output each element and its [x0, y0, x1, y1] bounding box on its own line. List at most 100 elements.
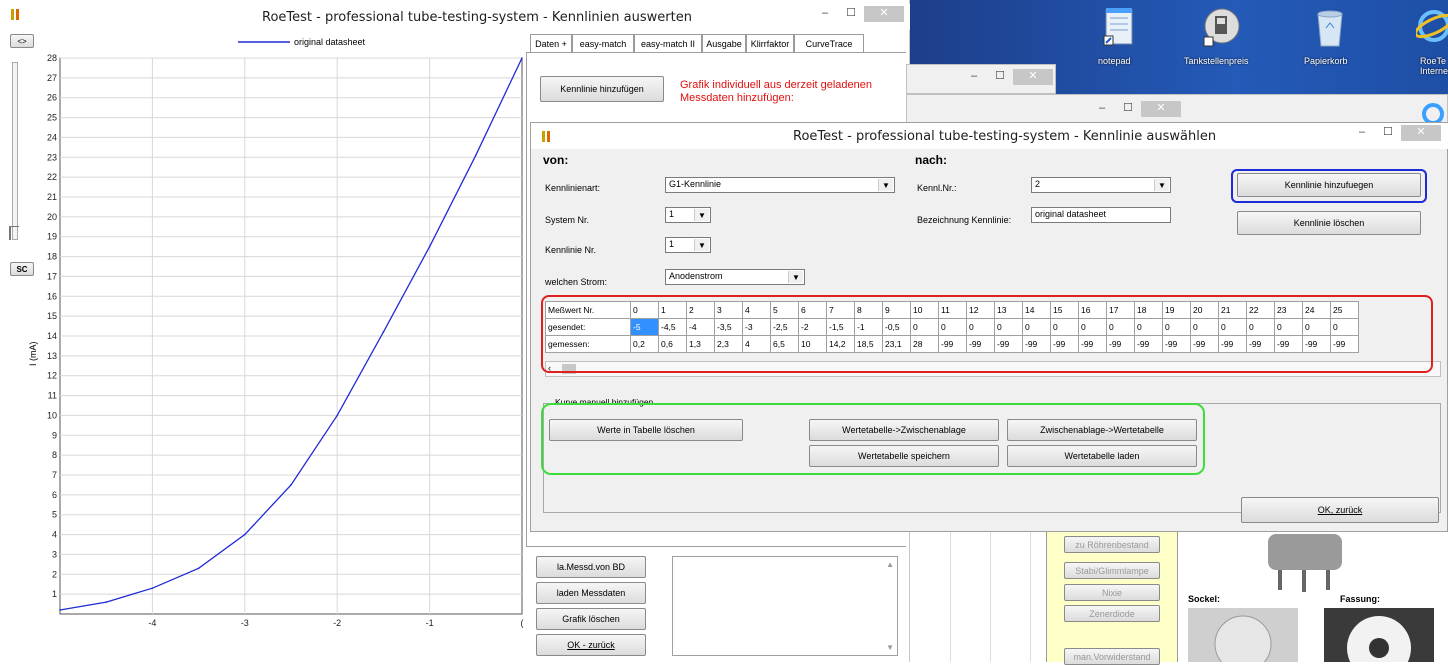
y-tick-label: 17 — [47, 271, 57, 281]
kennlinie-nr-label: Kennlinie Nr. — [545, 245, 597, 255]
ok-zurueck-button[interactable]: OK, zurück — [1241, 497, 1439, 523]
y-tick-label: 13 — [47, 351, 57, 361]
scroll-up-icon[interactable]: ▲ — [886, 560, 894, 569]
tab-easy-match[interactable]: easy-match — [572, 34, 634, 52]
kennlinienart-select[interactable]: G1-Kennlinie ▼ — [665, 177, 895, 193]
data-point — [151, 587, 154, 589]
tab-easy-match-2[interactable]: easy-match II — [634, 34, 702, 52]
wertetabelle-to-clipboard-button[interactable]: Wertetabelle->Zwischenablage — [809, 419, 999, 441]
maximize-icon[interactable]: ☐ — [838, 6, 864, 22]
curve-chart: 2827262524232221201918171615141312111098… — [28, 37, 524, 628]
von-heading: von: — [543, 153, 569, 167]
system-select[interactable]: 1 ▼ — [665, 207, 711, 223]
close-icon[interactable]: ✕ — [864, 6, 904, 22]
y-tick-label: 18 — [47, 252, 57, 262]
y-tick-label: 11 — [48, 391, 57, 401]
chevron-down-icon[interactable]: ▼ — [788, 271, 803, 283]
tab-panel-border — [526, 52, 906, 53]
chevron-down-icon[interactable]: ▼ — [878, 179, 893, 191]
werte-loeschen-button[interactable]: Werte in Tabelle löschen — [549, 419, 743, 441]
chevron-down-icon[interactable]: ▼ — [694, 239, 709, 251]
x-tick-label: -4 — [148, 618, 156, 628]
table-highlight — [541, 295, 1433, 373]
bg-window-1: – ☐ ✕ — [906, 64, 1056, 94]
wertetabelle-laden-button[interactable]: Wertetabelle laden — [1007, 445, 1197, 467]
stabi-glimmlampe-button[interactable]: Stabi/Glimmlampe — [1064, 562, 1160, 579]
y-tick-label: 7 — [52, 470, 57, 480]
y-tick-label: 4 — [52, 530, 57, 540]
strom-select[interactable]: Anodenstrom ▼ — [665, 269, 805, 285]
kennlinie-nr-select[interactable]: 1 ▼ — [665, 237, 711, 253]
y-tick-label: 19 — [47, 232, 57, 242]
app-icon — [10, 8, 20, 21]
load-measurement-button[interactable]: laden Messdaten — [536, 582, 646, 604]
load-from-db-button[interactable]: la.Messd.von BD — [536, 556, 646, 578]
y-tick-label: 16 — [47, 291, 57, 301]
chevron-down-icon[interactable]: ▼ — [694, 209, 709, 221]
data-point — [59, 609, 61, 611]
kennlinie-loeschen-button[interactable]: Kennlinie löschen — [1237, 211, 1421, 235]
system-value: 1 — [669, 209, 675, 219]
data-point — [475, 154, 477, 157]
zu-roehrenbestand-button[interactable]: zu Röhrenbestand — [1064, 536, 1160, 553]
notes-textarea[interactable]: ▲ ▼ — [672, 556, 898, 656]
bezeichnung-label: Bezeichnung Kennlinie: — [917, 215, 1012, 225]
add-curve-hint: Grafik individuell aus derzeit geladenen… — [680, 79, 873, 104]
desktop-icon-tankstelle[interactable]: Tankstellenpreis — [1184, 6, 1264, 66]
bg-window-2: – ☐ ✕ — [906, 94, 1448, 124]
y-tick-label: 26 — [47, 93, 57, 103]
tab-curvetrace[interactable]: CurveTrace — [794, 34, 864, 52]
kennlinie-hinzufuegen-button[interactable]: Kennlinie hinzufügen — [540, 76, 664, 102]
strom-label: welchen Strom: — [545, 277, 608, 287]
legend-label: original datasheet — [294, 37, 366, 47]
kennlinie-hinzufuegen-dialog-button[interactable]: Kennlinie hinzufuegen — [1237, 173, 1421, 197]
x-tick-label: -3 — [241, 618, 249, 628]
bezeichnung-input[interactable]: original datasheet — [1031, 207, 1171, 223]
clear-graph-button[interactable]: Grafik löschen — [536, 608, 646, 630]
y-axis-label: I (mA) — [28, 342, 38, 367]
x-tick-label: -1 — [426, 618, 434, 628]
dialog-close-icon[interactable]: ✕ — [1401, 125, 1441, 141]
dialog-window-controls: – ☐ ✕ — [1349, 125, 1441, 141]
kennlinie-auswaehlen-dialog: RoeTest - professional tube-testing-syst… — [530, 122, 1448, 532]
chevron-down-icon[interactable]: ▼ — [1154, 179, 1169, 191]
y-tick-label: 15 — [47, 311, 57, 321]
tankstellenpreis-label: Tankstellenpreis — [1184, 56, 1249, 66]
tube-photo-panel: Sockel: Fassung: — [1180, 514, 1448, 662]
kenn-nr-select[interactable]: 2 ▼ — [1031, 177, 1171, 193]
kenn-nr-value: 2 — [1035, 179, 1041, 189]
kennlinienart-value: G1-Kennlinie — [669, 179, 722, 189]
x-tick-label: -2 — [333, 618, 341, 628]
dialog-maximize-icon[interactable]: ☐ — [1375, 125, 1401, 141]
roetest-internet-label: RoeTe Internet — [1420, 56, 1448, 76]
vorwiderstand-button[interactable]: man.Vorwiderstand — [1064, 648, 1160, 665]
x-tick-label: ( — [521, 618, 524, 628]
kenn-nr-label: Kennl.Nr.: — [917, 183, 957, 193]
slider-thumb[interactable] — [9, 226, 19, 240]
data-point — [105, 601, 107, 603]
dialog-minimize-icon[interactable]: – — [1349, 125, 1375, 141]
y-tick-label: 28 — [47, 53, 57, 63]
desktop-icon-roetest-internet[interactable]: RoeTe Internet — [1408, 6, 1448, 86]
dialog-app-icon — [541, 130, 551, 145]
y-tick-label: 12 — [47, 371, 57, 381]
tab-daten[interactable]: Daten + — [530, 34, 572, 52]
desktop-icon-papierkorb[interactable]: Papierkorb — [1300, 6, 1360, 66]
tab-klirrfaktor[interactable]: Klirrfaktor — [746, 34, 794, 52]
vertical-slider[interactable] — [12, 62, 18, 240]
ie-icon[interactable] — [1418, 100, 1448, 125]
ok-back-button[interactable]: OK - zurück — [536, 634, 646, 656]
y-tick-label: 20 — [47, 212, 57, 222]
zenerdiode-button[interactable]: Zenerdiode — [1064, 605, 1160, 622]
clipboard-to-wertetabelle-button[interactable]: Zwischenablage->Wertetabelle — [1007, 419, 1197, 441]
wertetabelle-speichern-button[interactable]: Wertetabelle speichern — [809, 445, 999, 467]
minimize-icon[interactable]: – — [812, 6, 838, 22]
kennlinie-nr-value: 1 — [669, 239, 675, 249]
desktop-icon-notepad[interactable]: notepad — [1094, 6, 1144, 66]
scroll-down-icon[interactable]: ▼ — [886, 643, 894, 652]
tab-ausgabe[interactable]: Ausgabe — [702, 34, 746, 52]
nixie-button[interactable]: Nixie — [1064, 584, 1160, 601]
socket-photo — [1188, 608, 1298, 662]
y-tick-label: 24 — [47, 132, 57, 142]
main-window-controls: – ☐ ✕ — [812, 6, 904, 22]
